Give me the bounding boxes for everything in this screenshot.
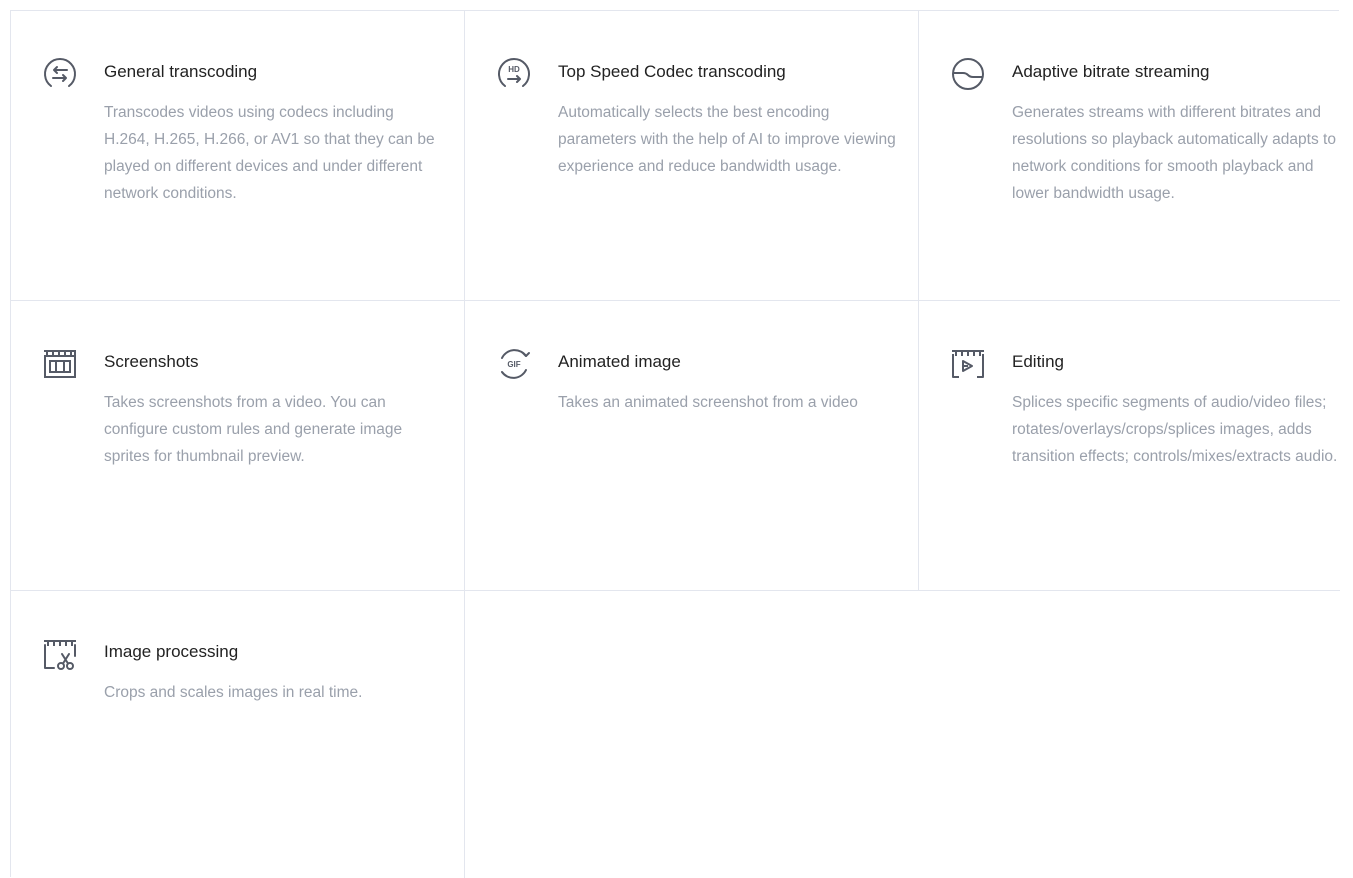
- screenshot-clapper-icon: [42, 346, 78, 382]
- image-processing-scissors-icon: [42, 636, 78, 672]
- feature-description: Splices specific segments of audio/video…: [1012, 394, 1338, 465]
- hd-transcode-icon: HD: [496, 56, 532, 92]
- feature-title: Adaptive bitrate streaming: [1012, 62, 1210, 81]
- feature-card-top-speed-codec[interactable]: HD Top Speed Codec transcoding Automatic…: [465, 11, 919, 301]
- feature-title: Editing: [1012, 352, 1064, 371]
- feature-card-screenshots[interactable]: Screenshots Takes screenshots from a vid…: [11, 301, 465, 591]
- feature-grid: General transcoding Transcodes videos us…: [10, 10, 1340, 878]
- adaptive-bitrate-icon: [950, 56, 986, 92]
- feature-description: Takes screenshots from a video. You can …: [104, 394, 403, 465]
- feature-title: Top Speed Codec transcoding: [558, 62, 786, 81]
- transcode-arrows-icon: [42, 56, 78, 92]
- feature-card-image-processing[interactable]: Image processing Crops and scales images…: [11, 591, 465, 878]
- feature-description: Automatically selects the best encoding …: [558, 104, 896, 175]
- feature-card-animated-image[interactable]: GIF Animated image Takes an animated scr…: [465, 301, 919, 591]
- feature-description: Generates streams with different bitrate…: [1012, 104, 1336, 202]
- feature-title: Image processing: [104, 642, 239, 661]
- gif-icon: GIF: [496, 346, 532, 382]
- svg-text:GIF: GIF: [507, 360, 520, 369]
- feature-title: General transcoding: [104, 62, 258, 81]
- editing-clapper-icon: [950, 346, 986, 382]
- feature-card-editing[interactable]: Editing Splices specific segments of aud…: [919, 301, 1340, 591]
- feature-description: Takes an animated screenshot from a vide…: [558, 394, 858, 411]
- feature-description: Crops and scales images in real time.: [104, 684, 363, 701]
- feature-card-general-transcoding[interactable]: General transcoding Transcodes videos us…: [11, 11, 465, 301]
- svg-text:HD: HD: [508, 65, 520, 74]
- feature-title: Screenshots: [104, 352, 199, 371]
- feature-description: Transcodes videos using codecs including…: [104, 104, 435, 202]
- feature-title: Animated image: [558, 352, 681, 371]
- feature-card-adaptive-bitrate[interactable]: Adaptive bitrate streaming Generates str…: [919, 11, 1340, 301]
